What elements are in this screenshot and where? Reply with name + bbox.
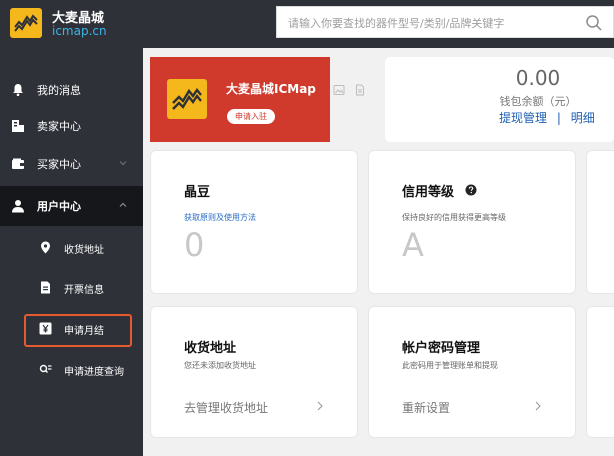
sidebar-subitem-progress[interactable]: 申请进度查询 <box>0 352 143 388</box>
beans-value: 0 <box>184 226 205 264</box>
sidebar-item-label: 卖家中心 <box>37 120 81 133</box>
chevron-right-icon[interactable] <box>533 400 543 412</box>
search-icon[interactable] <box>585 14 603 32</box>
wallet-balance: 0.00 <box>515 66 561 90</box>
bell-icon <box>13 84 23 97</box>
sidebar-subitem-label: 申请进度查询 <box>64 367 124 378</box>
card-title: 收货地址 <box>184 341 237 356</box>
sidebar-item-buyer[interactable]: 买家中心 <box>0 144 143 184</box>
brand-domain[interactable]: icmap.cn <box>52 24 107 38</box>
user-icon <box>12 200 24 213</box>
sidebar-item-seller[interactable]: 卖家中心 <box>0 106 143 146</box>
password-card: 帐户密码管理 此密码用于管理账单和提现 重新设置 <box>368 306 576 438</box>
selection-highlight <box>24 314 132 347</box>
chevron-down-icon[interactable] <box>118 158 128 168</box>
credit-value: A <box>402 226 424 264</box>
beans-rules-link[interactable]: 获取原则及使用方法 <box>184 212 256 223</box>
banner-title: 大麦晶城ICMap <box>226 82 316 96</box>
card-title: 帐户密码管理 <box>402 341 481 356</box>
detail-link[interactable]: 明细 <box>571 111 595 125</box>
search-list-icon <box>39 364 52 373</box>
beans-card: 晶豆 获取原则及使用方法 0 <box>150 150 358 294</box>
sidebar-item-label: 我的消息 <box>37 84 81 97</box>
card-title: 信用等级 <box>402 185 455 200</box>
wallet-icon <box>12 158 24 169</box>
manage-address-link[interactable]: 去管理收货地址 <box>184 399 268 416</box>
sidebar-subitem-label: 开票信息 <box>64 285 104 296</box>
address-card: 收货地址 您还未添加收货地址 去管理收货地址 <box>150 306 358 438</box>
location-pin-icon <box>41 241 50 254</box>
sidebar-subitem-invoice[interactable]: 开票信息 <box>0 270 143 306</box>
wallet-links: 提现管理 | 明细 <box>499 109 595 126</box>
wallet-balance-label: 钱包余额（元） <box>499 95 577 108</box>
chevron-right-icon[interactable] <box>315 400 325 412</box>
card-subtitle: 保持良好的信用获得更高等级 <box>402 213 506 222</box>
sidebar-item-label: 买家中心 <box>37 158 81 171</box>
sidebar-subitem-label: 收货地址 <box>64 245 104 256</box>
top-header: 大麦晶城 icmap.cn 请输入你要查找的器件型号/类别/品牌关键字 <box>0 0 614 48</box>
sidebar-item-label: 用户中心 <box>37 200 81 213</box>
chevron-up-icon[interactable] <box>118 200 128 210</box>
help-icon[interactable] <box>465 184 477 196</box>
partial-card <box>586 150 614 294</box>
sidebar: 我的消息 卖家中心 买家中心 用户中心 收货地址 开票信息 申请月结 申请进度查… <box>0 48 143 456</box>
search-placeholder: 请输入你要查找的器件型号/类别/品牌关键字 <box>288 17 505 30</box>
promo-banner[interactable]: 大麦晶城ICMap 申请入驻 <box>150 57 330 142</box>
logo-icon <box>167 79 207 119</box>
sidebar-item-user-center[interactable]: 用户中心 <box>0 186 143 226</box>
logo-icon[interactable] <box>10 8 42 38</box>
card-subtitle: 此密码用于管理账单和提现 <box>402 361 498 370</box>
sidebar-item-messages[interactable]: 我的消息 <box>0 70 143 110</box>
card-title: 晶豆 <box>184 185 211 200</box>
document-icon[interactable] <box>354 84 366 96</box>
store-icon <box>12 120 24 132</box>
reset-password-link[interactable]: 重新设置 <box>402 399 450 416</box>
credit-card: 信用等级 保持良好的信用获得更高等级 A <box>368 150 576 294</box>
link-separator: | <box>556 111 561 125</box>
wallet-panel: 0.00 钱包余额（元） 提现管理 | 明细 <box>385 57 614 142</box>
image-icon[interactable] <box>333 84 345 96</box>
card-subtitle: 您还未添加收货地址 <box>184 361 256 370</box>
withdraw-link[interactable]: 提现管理 <box>499 111 547 125</box>
search-input[interactable]: 请输入你要查找的器件型号/类别/品牌关键字 <box>276 6 614 38</box>
apply-settle-button[interactable]: 申请入驻 <box>227 109 275 124</box>
partial-card <box>586 306 614 438</box>
invoice-icon <box>41 281 50 294</box>
sidebar-subitem-address[interactable]: 收货地址 <box>0 230 143 266</box>
